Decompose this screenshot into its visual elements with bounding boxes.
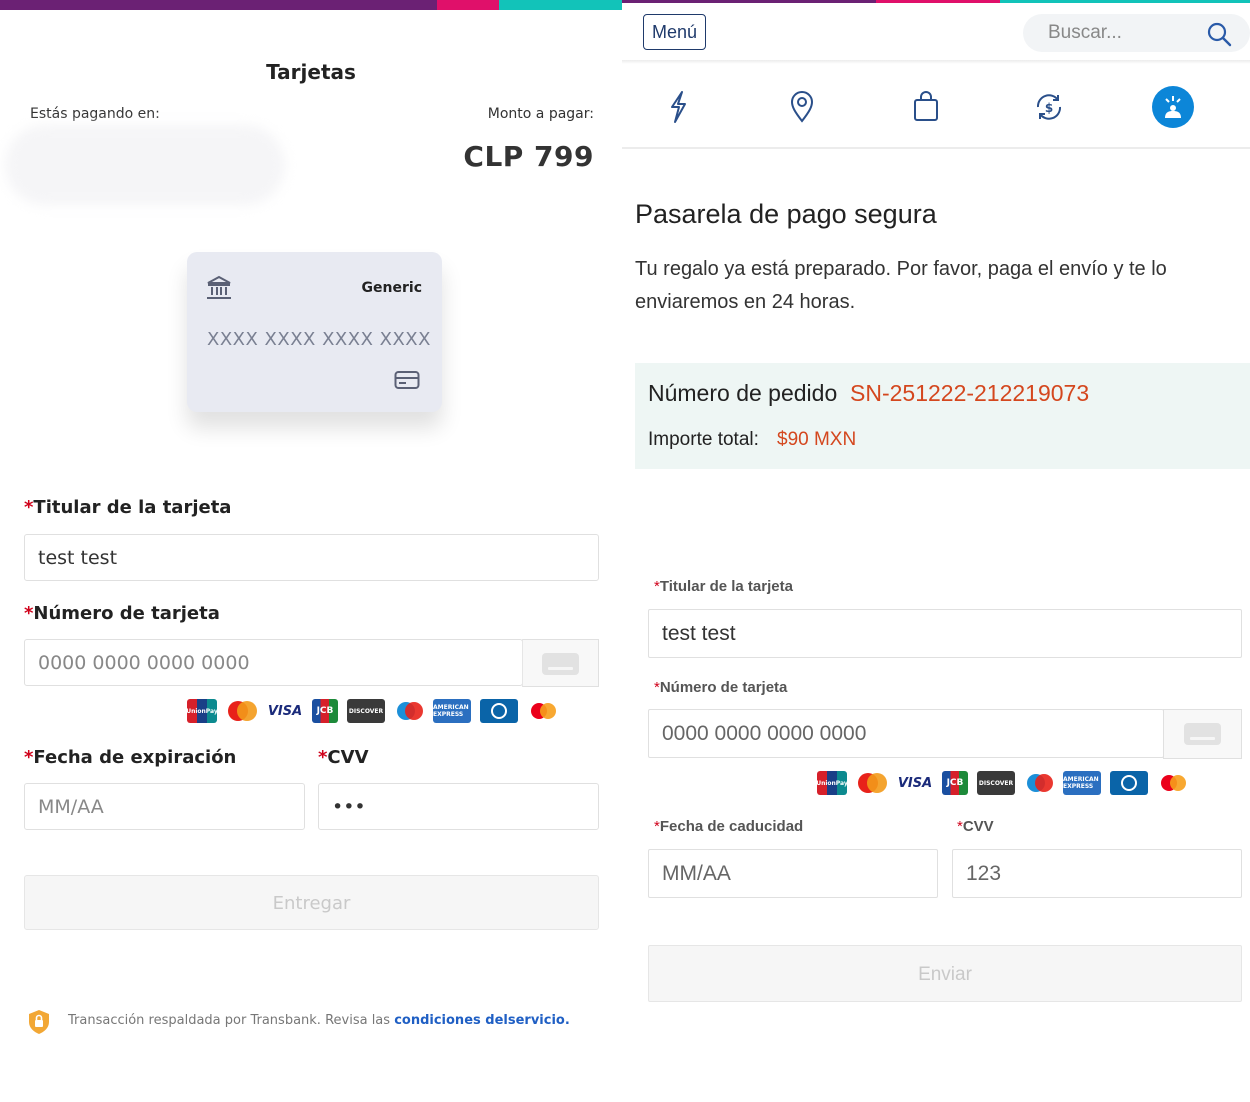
card-number-label-text: Número de tarjeta bbox=[659, 679, 788, 696]
amex-icon: AMERICAN EXPRESS bbox=[433, 699, 471, 723]
amount-value: CLP 799 bbox=[463, 140, 594, 173]
shop-payment-panel: Menú Buscar... $ Pasarela de pago segura… bbox=[622, 0, 1250, 1102]
svg-text:$: $ bbox=[1045, 101, 1053, 115]
search-icon[interactable] bbox=[1206, 21, 1232, 47]
submit-button[interactable]: Entregar bbox=[24, 875, 599, 930]
page-title: Tarjetas bbox=[266, 60, 356, 84]
cvv-input[interactable]: 123 bbox=[952, 849, 1242, 898]
diners-icon bbox=[480, 699, 518, 723]
mastercard-text-icon bbox=[856, 771, 888, 795]
maestro-icon bbox=[1024, 771, 1054, 795]
order-summary: Número de pedido SN-251222-212219073 Imp… bbox=[635, 363, 1250, 469]
credit-card-icon bbox=[394, 371, 420, 389]
search-bar[interactable]: Buscar... bbox=[1023, 14, 1250, 52]
cvv-input[interactable]: ••• bbox=[318, 783, 599, 830]
holder-input[interactable]: test test bbox=[648, 609, 1242, 658]
holder-label-text: Titular de la tarjeta bbox=[33, 497, 232, 518]
merchant-name-blurred bbox=[5, 125, 285, 205]
card-type-indicator bbox=[1163, 709, 1242, 759]
card-number-input[interactable]: 0000 0000 0000 0000 bbox=[24, 639, 523, 686]
card-placeholder-icon bbox=[1184, 723, 1221, 745]
required-mark: * bbox=[24, 747, 34, 768]
accepted-brands: UnionPay VISA JCB DISCOVER AMERICAN EXPR… bbox=[808, 771, 1187, 795]
card-number-input[interactable]: 0000 0000 0000 0000 bbox=[648, 709, 1164, 758]
mastercard-text-icon bbox=[226, 699, 258, 723]
expiry-label-text: Fecha de expiración bbox=[33, 747, 237, 768]
cvv-label-text: CVV bbox=[327, 747, 369, 768]
gift-nav-active[interactable] bbox=[1152, 86, 1194, 128]
shield-lock-icon bbox=[29, 1010, 49, 1034]
mastercard-icon bbox=[1157, 771, 1187, 795]
cvv-label: *CVV bbox=[957, 818, 994, 835]
jcb-icon: JCB bbox=[942, 771, 968, 795]
lightning-icon[interactable] bbox=[663, 90, 693, 124]
screenshot-root: Tarjetas Estás pagando en: Monto a pagar… bbox=[0, 0, 1250, 1102]
mastercard-icon bbox=[527, 699, 557, 723]
total-value: $90 MXN bbox=[777, 429, 857, 450]
diners-icon bbox=[1110, 771, 1148, 795]
discover-icon: DISCOVER bbox=[347, 699, 385, 723]
required-mark: * bbox=[318, 747, 328, 768]
shopping-bag-icon[interactable] bbox=[911, 90, 941, 124]
visa-icon: VISA bbox=[267, 703, 303, 719]
jcb-icon: JCB bbox=[312, 699, 338, 723]
page-title: Pasarela de pago segura bbox=[635, 199, 937, 229]
terms-link[interactable]: condiciones delservicio. bbox=[394, 1013, 570, 1028]
accent-bar-teal bbox=[1000, 0, 1250, 3]
expiry-label-text: Fecha de caducidad bbox=[659, 818, 804, 835]
header-shadow bbox=[622, 60, 1250, 64]
paying-at-label: Estás pagando en: bbox=[30, 106, 160, 122]
order-number-label: Número de pedido bbox=[648, 380, 838, 406]
card-number-label: *Número de tarjeta bbox=[654, 679, 787, 696]
card-number-label-text: Número de tarjeta bbox=[33, 603, 220, 624]
submit-button[interactable]: Enviar bbox=[648, 945, 1242, 1002]
card-brand-label: Generic bbox=[361, 280, 422, 296]
holder-label: *Titular de la tarjeta bbox=[24, 497, 231, 518]
search-input[interactable]: Buscar... bbox=[1048, 22, 1122, 44]
money-exchange-icon[interactable]: $ bbox=[1034, 90, 1064, 124]
card-placeholder-icon bbox=[542, 653, 579, 675]
required-mark: * bbox=[24, 497, 34, 518]
bank-icon bbox=[207, 275, 231, 299]
card-number-mask: XXXX XXXX XXXX XXXX bbox=[207, 329, 431, 350]
transbank-payment-panel: Tarjetas Estás pagando en: Monto a pagar… bbox=[0, 0, 622, 1102]
accepted-brands: UnionPay VISA JCB DISCOVER AMERICAN EXPR… bbox=[178, 699, 557, 723]
card-number-label: *Número de tarjeta bbox=[24, 603, 220, 624]
expiry-label: *Fecha de expiración bbox=[24, 747, 236, 768]
visa-icon: VISA bbox=[897, 775, 933, 791]
expiry-label: *Fecha de caducidad bbox=[654, 818, 803, 835]
menu-button[interactable]: Menú bbox=[643, 14, 706, 50]
amount-label: Monto a pagar: bbox=[487, 106, 594, 122]
nav-divider bbox=[622, 147, 1250, 149]
cvv-label: *CVV bbox=[318, 747, 369, 768]
accent-bar-teal bbox=[499, 0, 622, 10]
holder-label: *Titular de la tarjeta bbox=[654, 578, 793, 595]
cvv-label-text: CVV bbox=[962, 818, 994, 835]
discover-icon: DISCOVER bbox=[977, 771, 1015, 795]
unionpay-icon: UnionPay bbox=[186, 699, 218, 723]
order-number-value: SN-251222-212219073 bbox=[850, 380, 1090, 406]
card-type-indicator bbox=[522, 639, 599, 687]
page-description: Tu regalo ya está preparado. Por favor, … bbox=[635, 258, 1167, 313]
total-label: Importe total: bbox=[648, 429, 759, 450]
amex-icon: AMERICAN EXPRESS bbox=[1063, 771, 1101, 795]
maestro-icon bbox=[394, 699, 424, 723]
accent-bar-pink bbox=[876, 0, 1000, 3]
expiry-input[interactable]: MM/AA bbox=[24, 783, 305, 830]
gift-icon bbox=[1165, 96, 1181, 118]
accent-bar-purple bbox=[0, 0, 437, 10]
holder-label-text: Titular de la tarjeta bbox=[659, 578, 793, 595]
accent-bar-purple bbox=[622, 0, 876, 3]
footer-note: Transacción respaldada por Transbank. Re… bbox=[68, 1013, 570, 1028]
required-mark: * bbox=[24, 603, 34, 624]
card-preview: Generic XXXX XXXX XXXX XXXX bbox=[187, 252, 442, 412]
unionpay-icon: UnionPay bbox=[816, 771, 848, 795]
accent-bar-pink bbox=[437, 0, 499, 10]
location-pin-icon[interactable] bbox=[787, 90, 817, 124]
footer-text: Transacción respaldada por Transbank. Re… bbox=[68, 1013, 395, 1028]
expiry-input[interactable]: MM/AA bbox=[648, 849, 938, 898]
holder-input[interactable]: test test bbox=[24, 534, 599, 581]
